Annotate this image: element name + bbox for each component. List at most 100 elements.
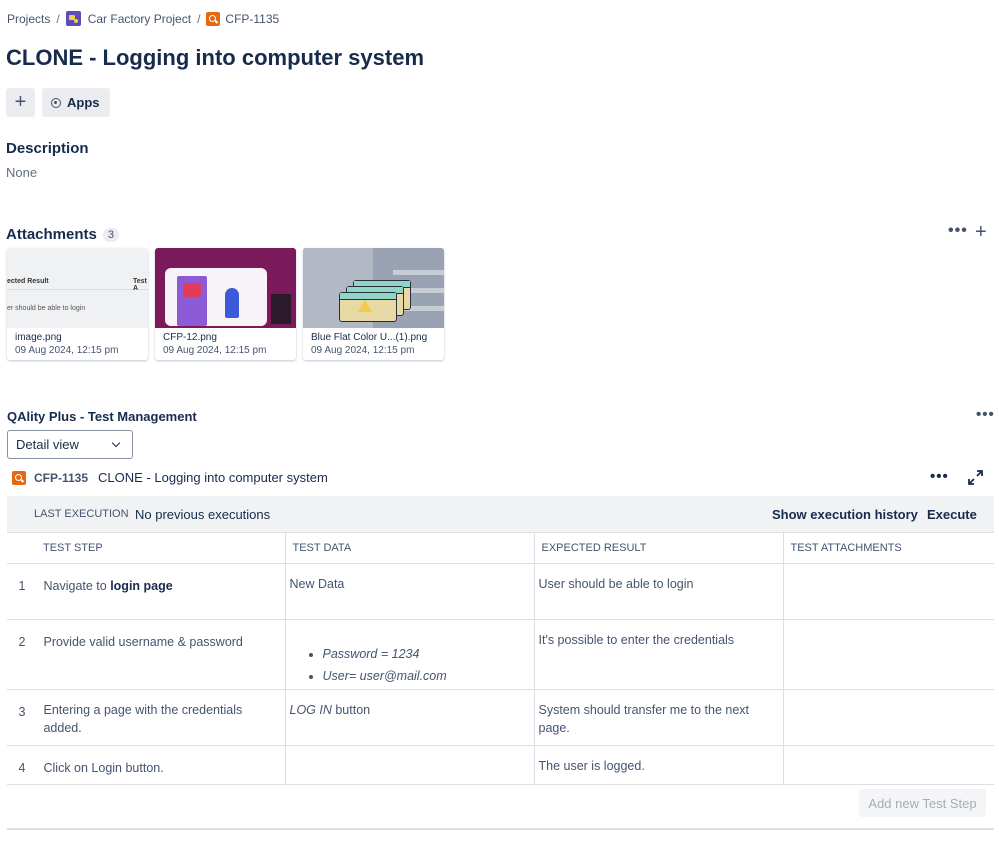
- step-text: Navigate to login page: [36, 577, 172, 595]
- test-step-cell[interactable]: 3 Entering a page with the credentials a…: [7, 689, 286, 746]
- attachments-more-icon[interactable]: •••: [948, 222, 968, 240]
- thumbnail-text: ected Result: [7, 278, 49, 285]
- expected-result-cell[interactable]: System should transfer me to the next pa…: [534, 689, 784, 746]
- attachment-date: 09 Aug 2024, 12:15 pm: [15, 345, 119, 356]
- step-number: 2: [18, 634, 26, 649]
- attachment-date: 09 Aug 2024, 12:15 pm: [163, 345, 267, 356]
- test-attachments-cell[interactable]: [783, 689, 994, 746]
- attachments-heading: Attachments 3: [6, 226, 119, 243]
- last-execution-value: No previous executions: [135, 507, 271, 522]
- qality-panel-title: QAlity Plus - Test Management: [7, 409, 197, 424]
- qality-issue-header: CFP-1135 CLONE - Logging into computer s…: [12, 470, 328, 485]
- chevron-down-icon: [111, 438, 121, 448]
- attachment-card[interactable]: CFP-12.png 09 Aug 2024, 12:15 pm: [155, 248, 296, 360]
- test-attachments-cell[interactable]: [783, 745, 994, 785]
- divider: [7, 828, 994, 830]
- last-execution-label: LAST EXECUTION: [34, 508, 129, 520]
- table-header-row: TEST STEP TEST DATA EXPECTED RESULT TEST…: [7, 533, 994, 564]
- test-step-cell[interactable]: 1 Navigate to login page: [7, 563, 286, 620]
- description-value[interactable]: None: [6, 165, 37, 180]
- test-steps-table: TEST STEP TEST DATA EXPECTED RESULT TEST…: [7, 533, 994, 785]
- view-select[interactable]: Detail view: [7, 430, 133, 459]
- attachment-name: CFP-12.png: [163, 332, 217, 343]
- list-item: Password = 1234: [323, 645, 530, 663]
- project-icon: [65, 11, 81, 26]
- test-attachments-cell[interactable]: [783, 619, 994, 690]
- test-data-italic: LOG IN: [289, 702, 332, 717]
- attachments-label: Attachments: [6, 226, 97, 243]
- test-step-cell[interactable]: 4 Click on Login button.: [7, 745, 286, 785]
- attachments-count-badge: 3: [102, 227, 119, 242]
- issue-summary: CLONE - Logging into computer system: [98, 470, 328, 485]
- attachment-name: Blue Flat Color U...(1).png: [311, 332, 428, 343]
- thumbnail-screen-illustration: [183, 283, 201, 297]
- list-item: User= user@mail.com: [323, 667, 530, 685]
- step-number: 1: [18, 578, 26, 593]
- view-select-value: Detail view: [16, 437, 79, 452]
- table-row[interactable]: 3 Entering a page with the credentials a…: [7, 689, 994, 746]
- test-data-cell[interactable]: Password = 1234 User= user@mail.com: [285, 619, 535, 690]
- step-text: Click on Login button.: [43, 760, 164, 775]
- table-row[interactable]: 2 Provide valid username & password Pass…: [7, 619, 994, 690]
- attachments-add-icon[interactable]: +: [975, 221, 987, 244]
- breadcrumb-issue-label: CFP-1135: [225, 11, 280, 26]
- add-button[interactable]: +: [6, 88, 35, 117]
- expected-result-cell[interactable]: It's possible to enter the credentials: [534, 619, 784, 690]
- thumbnail-person-illustration: [225, 288, 239, 318]
- description-heading: Description: [6, 140, 89, 157]
- plus-icon: +: [14, 91, 27, 113]
- expected-result-cell[interactable]: User should be able to login: [534, 563, 784, 620]
- breadcrumb-issue[interactable]: CFP-1135: [206, 11, 280, 26]
- test-data-cell[interactable]: LOG IN button: [285, 689, 535, 746]
- separator-dot: ·: [126, 508, 130, 520]
- thumbnail-text: er should be able to login: [7, 305, 86, 312]
- attachment-thumbnail: [155, 248, 296, 328]
- attachment-card[interactable]: ected Result Test A er should be able to…: [7, 248, 148, 360]
- attachment-name: image.png: [15, 332, 62, 343]
- warning-icon: [358, 300, 372, 312]
- execute-button[interactable]: Execute: [927, 507, 977, 522]
- step-text: Provide valid username & password: [43, 634, 243, 649]
- issue-more-icon[interactable]: •••: [930, 468, 949, 485]
- page-title[interactable]: CLONE - Logging into computer system: [6, 45, 424, 71]
- apps-label: Apps: [67, 95, 100, 110]
- table-row[interactable]: 4 Click on Login button. The user is log…: [7, 745, 994, 785]
- test-attachments-cell[interactable]: [783, 563, 994, 620]
- column-header: EXPECTED RESULT: [534, 533, 784, 564]
- step-number: 4: [18, 760, 26, 775]
- attachment-card[interactable]: Blue Flat Color U...(1).png 09 Aug 2024,…: [303, 248, 444, 360]
- test-data-cell[interactable]: [285, 745, 535, 785]
- thumbnail-stripe: [393, 270, 444, 275]
- add-test-step-button[interactable]: Add new Test Step: [859, 789, 986, 817]
- test-data-cell[interactable]: New Data: [285, 563, 535, 620]
- breadcrumb-separator: /: [56, 11, 60, 26]
- breadcrumb-project-label: Car Factory Project: [87, 11, 192, 26]
- attachment-thumbnail: ected Result Test A er should be able to…: [7, 248, 148, 328]
- issue-key[interactable]: CFP-1135: [34, 471, 88, 485]
- show-execution-history-button[interactable]: Show execution history: [772, 507, 918, 522]
- thumbnail-dark-panel: [271, 294, 291, 324]
- test-issue-icon: [206, 11, 221, 26]
- attachment-thumbnail: [303, 248, 444, 328]
- apps-button[interactable]: Apps: [42, 88, 110, 117]
- step-text-bold: login page: [110, 578, 173, 593]
- qality-more-icon[interactable]: •••: [976, 406, 995, 423]
- test-data-rest: button: [331, 702, 371, 717]
- breadcrumb-projects[interactable]: Projects: [7, 12, 50, 26]
- test-issue-icon: [12, 470, 26, 485]
- breadcrumb-separator: /: [197, 11, 201, 26]
- step-text-plain: Navigate to: [43, 578, 111, 593]
- test-step-cell[interactable]: 2 Provide valid username & password: [7, 619, 286, 690]
- breadcrumb-project[interactable]: Car Factory Project: [65, 11, 192, 26]
- attachment-date: 09 Aug 2024, 12:15 pm: [311, 345, 415, 356]
- column-header: TEST DATA: [285, 533, 535, 564]
- table-row[interactable]: 1 Navigate to login page New Data User s…: [7, 563, 994, 620]
- test-data-list: Password = 1234 User= user@mail.com: [323, 645, 530, 685]
- apps-icon: [51, 97, 61, 108]
- breadcrumb: Projects / Car Factory Project / CFP-113…: [7, 11, 279, 26]
- last-execution-bar: LAST EXECUTION · No previous executions …: [7, 496, 994, 533]
- column-header: TEST ATTACHMENTS: [783, 533, 994, 564]
- expand-icon[interactable]: [968, 470, 983, 485]
- expected-result-cell[interactable]: The user is logged.: [534, 745, 784, 785]
- thumbnail-text: Test A: [133, 278, 147, 292]
